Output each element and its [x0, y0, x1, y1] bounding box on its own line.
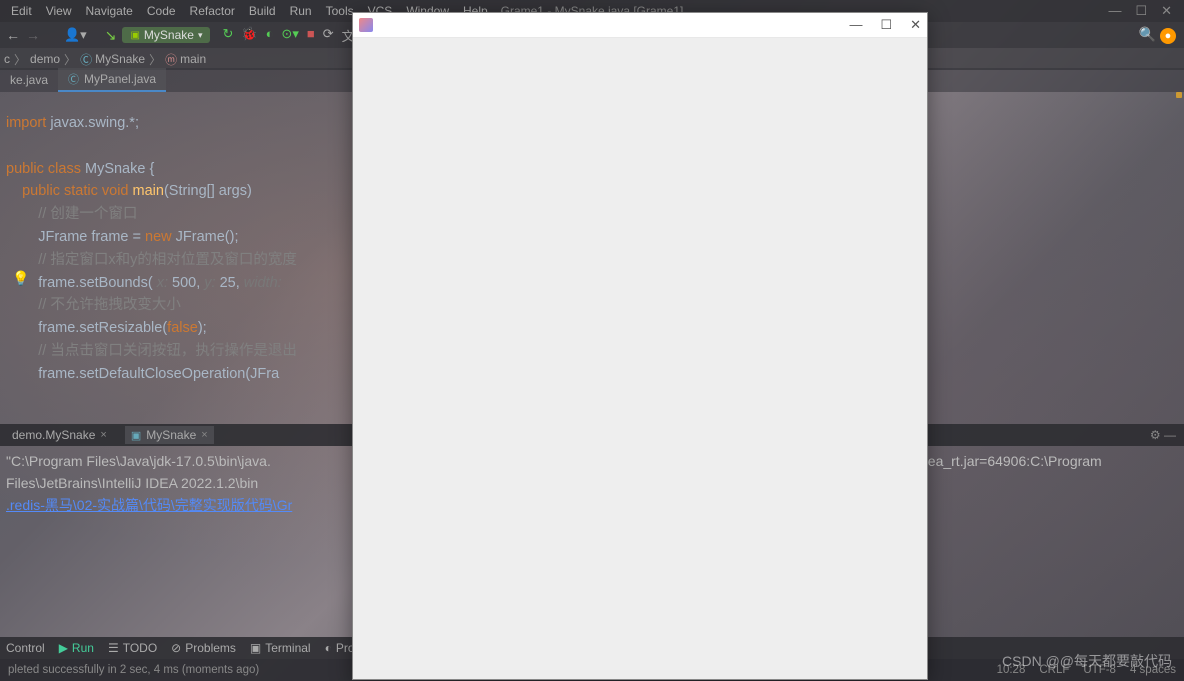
swing-close-icon[interactable]: ✕	[910, 17, 921, 33]
menu-run[interactable]: Run	[283, 4, 319, 18]
class-icon: Ⓒ	[80, 51, 92, 68]
add-config-icon[interactable]: 👤▾	[64, 27, 87, 43]
swing-title-bar[interactable]: — ☐ ✕	[353, 13, 927, 38]
menu-code[interactable]: Code	[140, 4, 183, 18]
update-icon[interactable]: ⟳	[323, 26, 334, 45]
settings-icon[interactable]: ⚙ —	[1150, 428, 1176, 442]
run-icon[interactable]: ↻	[222, 26, 233, 45]
java-icon	[359, 18, 373, 32]
todo-button[interactable]: ☰TODO	[108, 641, 157, 655]
profiler-icon: ◐	[325, 641, 332, 655]
intention-bulb-icon[interactable]: 💡	[12, 267, 29, 290]
problems-button[interactable]: ⊘Problems	[171, 641, 236, 655]
run-config-selector[interactable]: MySnake▾	[122, 27, 210, 43]
run-tab-mysnake[interactable]: ▣MySnake×	[125, 426, 214, 444]
class-icon: Ⓒ	[68, 71, 79, 87]
terminal-button[interactable]: ▣Terminal	[250, 641, 311, 655]
list-icon: ☰	[108, 641, 119, 655]
hammer-icon[interactable]: ↘	[105, 27, 117, 44]
method-icon: ⓜ	[165, 51, 177, 68]
minimize-icon[interactable]: —	[1108, 0, 1121, 22]
java-swing-window[interactable]: — ☐ ✕	[352, 12, 928, 680]
close-icon[interactable]: ✕	[1161, 0, 1172, 22]
window-controls: — ☐ ✕	[1096, 0, 1184, 22]
profile-icon[interactable]: ⊙▾	[281, 26, 298, 45]
tab-mypanel[interactable]: ⒸMyPanel.java	[58, 68, 166, 92]
menu-build[interactable]: Build	[242, 4, 283, 18]
menu-navigate[interactable]: Navigate	[78, 4, 139, 18]
forward-icon[interactable]: →	[26, 27, 40, 43]
terminal-icon: ▣	[250, 641, 261, 655]
breadcrumb-item[interactable]: demo	[30, 52, 60, 66]
swing-maximize-icon[interactable]: ☐	[880, 17, 892, 33]
coverage-icon[interactable]: ◐	[266, 26, 274, 45]
avatar-icon: ●	[1160, 28, 1176, 44]
breadcrumb-item[interactable]: c	[4, 52, 10, 66]
version-control-button[interactable]: Control	[6, 641, 45, 655]
stop-icon[interactable]: ■	[307, 26, 315, 45]
menu-view[interactable]: View	[39, 4, 79, 18]
maximize-icon[interactable]: ☐	[1135, 0, 1147, 22]
play-icon: ▶	[59, 641, 68, 655]
debug-icon[interactable]: 🐞	[241, 26, 257, 45]
tab-kejava[interactable]: ke.java	[0, 68, 58, 92]
watermark: CSDN @@每天都要敲代码	[1002, 651, 1172, 671]
close-tab-icon[interactable]: ×	[201, 429, 207, 441]
run-button[interactable]: ▶Run	[59, 641, 94, 655]
console-link[interactable]: .redis-黑马\02-实战篇\代码\完整实现版代码\Gr	[6, 497, 292, 513]
run-tab-demo[interactable]: demo.MySnake×	[6, 426, 113, 444]
swing-minimize-icon[interactable]: —	[849, 17, 862, 33]
warning-icon: ⊘	[171, 641, 181, 655]
status-message: pleted successfully in 2 sec, 4 ms (mome…	[8, 664, 259, 676]
back-icon[interactable]: ←	[6, 27, 20, 43]
breadcrumb-item[interactable]: ⒸMySnake	[80, 51, 145, 68]
menu-edit[interactable]: Edit	[4, 4, 39, 18]
swing-content-pane	[353, 38, 927, 679]
search-icon[interactable]: 🔍 ●	[1139, 26, 1176, 44]
close-tab-icon[interactable]: ×	[100, 429, 106, 441]
menu-refactor[interactable]: Refactor	[183, 4, 242, 18]
breadcrumb-item[interactable]: ⓜmain	[165, 51, 206, 68]
warning-marker-icon[interactable]	[1176, 92, 1182, 98]
class-icon: ▣	[131, 429, 141, 442]
